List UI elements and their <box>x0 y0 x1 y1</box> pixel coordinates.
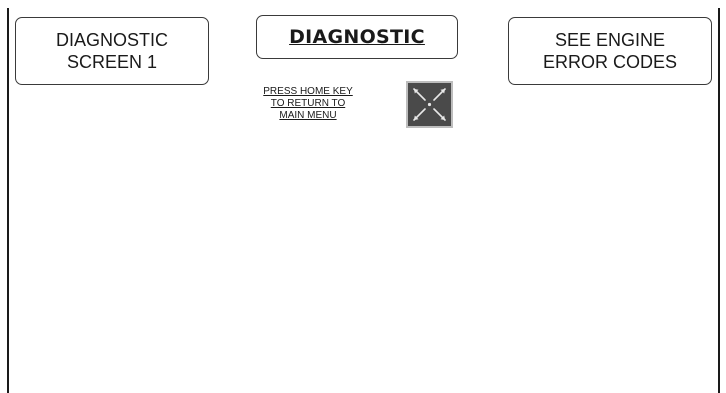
diagnostic-screen-1-button[interactable]: DIAGNOSTIC SCREEN 1 <box>15 17 209 85</box>
home-key-instruction-line-1: PRESS HOME KEY <box>263 86 353 97</box>
home-key-instruction-line-2: TO RETURN TO <box>270 98 346 109</box>
home-key-instruction-line-3: MAIN MENU <box>279 110 337 121</box>
diagnostic-title-button[interactable]: DIAGNOSTIC <box>256 15 458 59</box>
see-engine-error-codes-label: SEE ENGINE ERROR CODES <box>542 30 677 72</box>
home-key-button[interactable] <box>406 81 453 128</box>
screen-frame-right <box>718 8 720 393</box>
screen-frame-left <box>7 8 9 393</box>
home-key-icon <box>408 83 451 126</box>
home-key-instruction: PRESS HOME KEY TO RETURN TO MAIN MENU <box>256 86 360 122</box>
diagnostic-screen: DIAGNOSTIC SCREEN 1 DIAGNOSTIC SEE ENGIN… <box>0 0 726 393</box>
see-engine-error-codes-button[interactable]: SEE ENGINE ERROR CODES <box>508 17 712 85</box>
page-title: DIAGNOSTIC <box>289 26 425 48</box>
diagnostic-screen-1-label: DIAGNOSTIC SCREEN 1 <box>55 30 168 72</box>
